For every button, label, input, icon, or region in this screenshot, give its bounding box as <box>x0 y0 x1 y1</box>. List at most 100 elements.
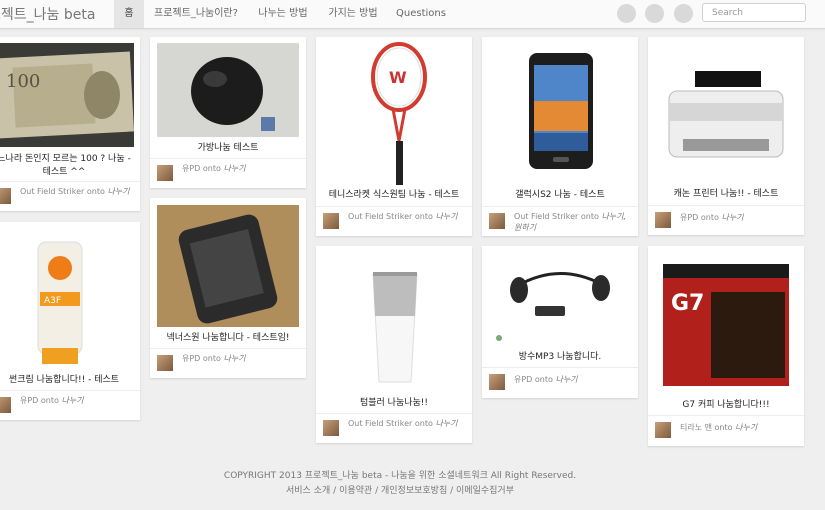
pin-board[interactable]: 나누기 <box>223 354 245 363</box>
footer-link-privacy[interactable]: 개인정보보호방침 <box>381 486 447 496</box>
pin-onto: onto <box>86 187 105 196</box>
avatar[interactable] <box>655 422 671 438</box>
pin-card[interactable]: G7 G7 커피 나눔합니다!!! 티라노 맨 onto 나누기 <box>648 246 804 446</box>
pin-board[interactable]: 나누기 <box>435 419 457 428</box>
pin-attribution: 유PD onto 나누기 <box>680 212 800 223</box>
pin-board[interactable]: 나누기 <box>223 164 245 173</box>
footer-link-service[interactable]: 서비스 소개 <box>286 486 330 496</box>
pin-user[interactable]: Out Field Striker <box>348 212 412 221</box>
pin-board[interactable]: 나누기 <box>61 396 83 405</box>
pin-attribution: 유PD onto 나누기 <box>514 374 634 385</box>
pin-image-tumbler[interactable] <box>323 250 465 390</box>
nav-home[interactable]: 홈 <box>114 0 144 28</box>
pin-onto: onto <box>580 212 599 221</box>
pin-attribution: Out Field Striker onto 나누기 <box>348 211 468 222</box>
avatar[interactable] <box>489 213 505 229</box>
pin-user[interactable]: 티라노 맨 <box>680 423 712 432</box>
pin-image-mp3-player[interactable] <box>489 254 631 350</box>
pin-title[interactable]: 느나라 돈인지 모르는 100 ? 나눔 - 테스트 ^^ <box>0 153 136 179</box>
pin-title[interactable]: 가방나눔 테스트 <box>154 142 302 155</box>
top-navbar: 로젝트_나눔 beta 홈 프로젝트_나눔이란? 나누는 방법 가지는 방법 Q… <box>0 0 825 29</box>
pin-title[interactable]: 캐논 프린터 나눔!! - 테스트 <box>652 188 800 201</box>
pin-user[interactable]: Out Field Striker <box>348 419 412 428</box>
pin-card[interactable]: 갤럭시S2 나눔 - 테스트 Out Field Striker onto 나누… <box>482 37 638 236</box>
pin-title[interactable]: 텀블러 나눔나눔!! <box>320 397 468 410</box>
pin-card[interactable]: A3F 썬크림 나눔합니다!! - 테스트 유PD onto 나누기 <box>0 222 140 420</box>
pin-board[interactable]: 나누기 <box>555 375 577 384</box>
search-input[interactable] <box>702 3 806 22</box>
pin-title[interactable]: 테니스라켓 식스원팀 나눔 - 테스트 <box>320 189 468 202</box>
social-button-2[interactable] <box>645 4 664 23</box>
footer-links: 서비스 소개 / 이용약관 / 개인정보보호방침 / 이메일수집거부 <box>0 483 800 496</box>
pin-footer: 유PD onto 나누기 <box>0 390 140 421</box>
pin-image-galaxy-s2[interactable] <box>489 41 631 181</box>
social-button-1[interactable] <box>617 4 636 23</box>
svg-text:100: 100 <box>6 71 40 92</box>
pin-image-sunscreen[interactable]: A3F <box>0 228 134 368</box>
svg-text:A3F: A3F <box>44 296 61 306</box>
pin-footer: 유PD onto 나누기 <box>482 367 638 399</box>
avatar[interactable] <box>323 213 339 229</box>
avatar[interactable] <box>489 374 505 390</box>
pin-user[interactable]: 유PD <box>680 213 698 222</box>
pin-image-phone[interactable] <box>157 205 299 327</box>
pin-card[interactable]: 텀블러 나눔나눔!! Out Field Striker onto 나누기 <box>316 246 472 443</box>
pin-onto: onto <box>202 354 221 363</box>
pin-card[interactable]: 가방나눔 테스트 유PD onto 나누기 <box>150 37 306 188</box>
pin-attribution: Out Field Striker onto 나누기, 원하기 <box>514 211 634 233</box>
avatar[interactable] <box>323 420 339 436</box>
pin-card[interactable]: 캐논 프린터 나눔!! - 테스트 유PD onto 나누기 <box>648 37 804 235</box>
pin-attribution: 유PD onto 나누기 <box>182 353 302 364</box>
pin-onto: onto <box>534 375 553 384</box>
pin-title[interactable]: 썬크림 나눔합니다!! - 테스트 <box>0 374 136 387</box>
pin-title[interactable]: 방수MP3 나눔합니다. <box>486 351 634 364</box>
footer-separator: / <box>375 486 379 496</box>
pin-image-canon-printer[interactable] <box>655 43 797 181</box>
pin-footer: 유PD onto 나누기 <box>150 158 306 189</box>
nav-how-to-share[interactable]: 나누는 방법 <box>252 0 314 28</box>
avatar[interactable] <box>157 355 173 371</box>
pin-user[interactable]: Out Field Striker <box>20 187 84 196</box>
footer-copyright: COPYRIGHT 2013 프로젝트_나눔 beta - 나눔을 위한 소셜네… <box>223 471 577 481</box>
pin-title[interactable]: 갤럭시S2 나눔 - 테스트 <box>486 189 634 202</box>
pin-image-bag[interactable] <box>157 43 299 137</box>
pin-user[interactable]: Out Field Striker <box>514 212 578 221</box>
pin-attribution: Out Field Striker onto 나누기 <box>348 418 468 429</box>
pin-attribution: 유PD onto 나누기 <box>20 395 136 406</box>
nav-about[interactable]: 프로젝트_나눔이란? <box>148 0 244 28</box>
pin-user[interactable]: 유PD <box>182 164 200 173</box>
pin-attribution: 유PD onto 나누기 <box>182 163 302 174</box>
footer-separator: / <box>450 486 454 496</box>
nav-questions[interactable]: Questions <box>390 0 452 28</box>
pin-card[interactable]: W 테니스라켓 식스원팀 나눔 - 테스트 Out Field Striker … <box>316 37 472 236</box>
pin-user[interactable]: 유PD <box>20 396 38 405</box>
pin-card[interactable]: 넥너스원 나눔합니다 - 테스트임! 유PD onto 나누기 <box>150 198 306 378</box>
pin-onto: onto <box>700 213 719 222</box>
pin-title[interactable]: 넥너스원 나눔합니다 - 테스트임! <box>154 332 302 345</box>
avatar[interactable] <box>157 165 173 181</box>
pin-board[interactable]: 나누기 <box>721 213 743 222</box>
pin-board[interactable]: 나누기 <box>435 212 457 221</box>
pin-user[interactable]: 유PD <box>514 375 532 384</box>
pin-user[interactable]: 유PD <box>182 354 200 363</box>
pin-onto: onto <box>40 396 59 405</box>
pin-image-banknote[interactable]: 100 <box>0 43 134 147</box>
nav-how-to-get[interactable]: 가지는 방법 <box>322 0 384 28</box>
pin-attribution: Out Field Striker onto 나누기 <box>20 186 136 197</box>
brand-logo[interactable]: 로젝트_나눔 beta <box>0 4 95 24</box>
pin-image-tennis-racket[interactable]: W <box>323 41 465 185</box>
social-button-3[interactable] <box>674 4 693 23</box>
pin-footer: Out Field Striker onto 나누기 <box>316 413 472 444</box>
footer-link-email-refusal[interactable]: 이메일수집거부 <box>456 486 514 496</box>
pin-title[interactable]: G7 커피 나눔합니다!!! <box>652 399 800 412</box>
footer-link-terms[interactable]: 이용약관 <box>339 486 372 496</box>
pin-onto: onto <box>414 419 433 428</box>
avatar[interactable] <box>0 188 11 204</box>
pin-image-g7-coffee[interactable]: G7 <box>655 252 797 394</box>
pin-board[interactable]: 나누기 <box>735 423 757 432</box>
pin-card[interactable]: 방수MP3 나눔합니다. 유PD onto 나누기 <box>482 246 638 398</box>
pin-card[interactable]: 100 느나라 돈인지 모르는 100 ? 나눔 - 테스트 ^^ Out Fi… <box>0 37 140 211</box>
pin-board[interactable]: 나누기 <box>107 187 129 196</box>
avatar[interactable] <box>0 397 11 413</box>
avatar[interactable] <box>655 212 671 228</box>
